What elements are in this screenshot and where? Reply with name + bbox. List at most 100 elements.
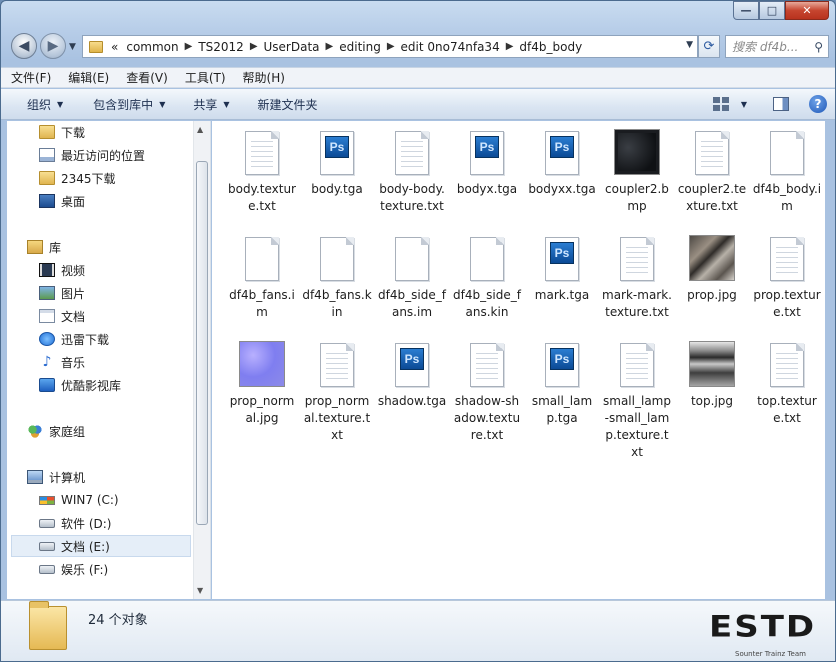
photoshop-file-icon: Ps bbox=[470, 131, 504, 175]
breadcrumb-userdata[interactable]: UserData bbox=[264, 40, 320, 54]
image-thumbnail-icon bbox=[689, 341, 735, 387]
chevron-right-icon[interactable]: ▶ bbox=[387, 41, 395, 52]
nav-item-pictures[interactable]: 图片 bbox=[39, 282, 85, 304]
navigation-scrollbar[interactable]: ▲ ▼ bbox=[193, 121, 210, 599]
close-button[interactable]: ✕ bbox=[785, 1, 829, 20]
breadcrumb-editing[interactable]: editing bbox=[339, 40, 381, 54]
menu-view[interactable]: 查看(V) bbox=[126, 69, 168, 86]
file-item[interactable]: df4b_side_fans.kin bbox=[450, 233, 524, 321]
file-item[interactable]: small_lamp-small_lamp.texture.txt bbox=[600, 339, 674, 461]
folder-icon bbox=[89, 40, 103, 53]
nav-item-recent-places[interactable]: 最近访问的位置 bbox=[39, 144, 145, 166]
breadcrumb-ts2012[interactable]: TS2012 bbox=[198, 40, 244, 54]
nav-item-drive-f[interactable]: 娱乐 (F:) bbox=[39, 558, 108, 580]
file-item[interactable]: Ps small_lamp.tga bbox=[525, 339, 599, 427]
breadcrumb-common[interactable]: common bbox=[126, 40, 178, 54]
file-item[interactable]: Ps shadow.tga bbox=[375, 339, 449, 410]
share-button[interactable]: 共享 ▼ bbox=[193, 96, 229, 113]
file-icon-wrapper bbox=[225, 339, 299, 387]
forward-button[interactable]: ▶ bbox=[40, 33, 66, 59]
refresh-button[interactable]: ⟳ bbox=[698, 35, 720, 58]
file-icon-wrapper bbox=[375, 127, 449, 175]
file-name: mark.tga bbox=[534, 288, 590, 302]
chevron-right-icon[interactable]: ▶ bbox=[506, 41, 514, 52]
search-icon[interactable]: ⚲ bbox=[814, 40, 823, 54]
image-thumbnail-icon bbox=[689, 235, 735, 281]
nav-item-youku[interactable]: 优酷影视库 bbox=[39, 374, 121, 396]
file-item[interactable]: prop.texture.txt bbox=[750, 233, 824, 321]
address-bar[interactable]: « common ▶ TS2012 ▶ UserData ▶ editing ▶… bbox=[82, 35, 698, 58]
file-item[interactable]: prop_normal.jpg bbox=[225, 339, 299, 427]
nav-item-desktop[interactable]: 桌面 bbox=[39, 190, 85, 212]
scrollbar-thumb[interactable] bbox=[196, 161, 208, 525]
nav-item-documents[interactable]: 文档 bbox=[39, 305, 85, 327]
scroll-up-icon[interactable]: ▲ bbox=[197, 125, 203, 134]
help-icon[interactable]: ? bbox=[809, 95, 827, 113]
file-item[interactable]: top.jpg bbox=[675, 339, 749, 410]
nav-item-music[interactable]: ♪ 音乐 bbox=[39, 351, 85, 373]
file-item[interactable]: Ps mark.tga bbox=[525, 233, 599, 304]
file-name: df4b_body.im bbox=[752, 182, 822, 213]
nav-item-label: 下载 bbox=[61, 125, 86, 140]
file-item[interactable]: df4b_side_fans.im bbox=[375, 233, 449, 321]
breadcrumb-overflow[interactable]: « bbox=[111, 40, 118, 54]
address-dropdown-icon[interactable]: ▼ bbox=[686, 40, 693, 50]
menu-help[interactable]: 帮助(H) bbox=[243, 69, 285, 86]
nav-item-2345-downloads[interactable]: 2345下载 bbox=[39, 167, 116, 189]
preview-pane-icon[interactable] bbox=[773, 97, 789, 111]
file-item[interactable]: Ps bodyx.tga bbox=[450, 127, 524, 198]
generic-file-icon bbox=[470, 237, 504, 281]
file-icon-wrapper bbox=[750, 233, 824, 281]
breadcrumb-edit-folder[interactable]: edit 0no74nfa34 bbox=[401, 40, 500, 54]
search-input[interactable]: 搜索 df4b... ⚲ bbox=[725, 35, 829, 58]
nav-item-libraries[interactable]: 库 bbox=[27, 236, 61, 258]
nav-item-downloads[interactable]: 下载 bbox=[39, 121, 85, 143]
file-item[interactable]: shadow-shadow.texture.txt bbox=[450, 339, 524, 444]
file-item[interactable]: body.texture.txt bbox=[225, 127, 299, 215]
file-item[interactable]: coupler2.bmp bbox=[600, 127, 674, 215]
nav-item-drive-d[interactable]: 软件 (D:) bbox=[39, 512, 111, 534]
maximize-button[interactable]: □ bbox=[759, 1, 785, 20]
menu-edit[interactable]: 编辑(E) bbox=[68, 69, 109, 86]
file-item[interactable]: mark-mark.texture.txt bbox=[600, 233, 674, 321]
youku-icon bbox=[39, 378, 55, 392]
file-name: shadow.tga bbox=[377, 394, 447, 408]
organize-button[interactable]: 组织 ▼ bbox=[27, 96, 63, 113]
file-item[interactable]: prop.jpg bbox=[675, 233, 749, 304]
chevron-right-icon[interactable]: ▶ bbox=[250, 41, 258, 52]
file-item[interactable]: df4b_fans.kin bbox=[300, 233, 374, 321]
nav-item-videos[interactable]: 视频 bbox=[39, 259, 85, 281]
nav-item-label: 2345下载 bbox=[61, 171, 116, 186]
nav-item-thunder-downloads[interactable]: 迅雷下载 bbox=[39, 328, 109, 350]
include-in-library-button[interactable]: 包含到库中 ▼ bbox=[93, 96, 165, 113]
file-item[interactable]: df4b_body.im bbox=[750, 127, 824, 215]
nav-item-computer[interactable]: 计算机 bbox=[27, 466, 85, 488]
change-view-icon[interactable] bbox=[712, 97, 729, 111]
menu-tools[interactable]: 工具(T) bbox=[185, 69, 226, 86]
nav-item-homegroup[interactable]: 家庭组 bbox=[27, 420, 85, 442]
nav-item-label: 优酷影视库 bbox=[61, 378, 122, 393]
file-item[interactable]: top.texture.txt bbox=[750, 339, 824, 427]
file-item[interactable]: Ps bodyxx.tga bbox=[525, 127, 599, 198]
nav-item-drive-c[interactable]: WIN7 (C:) bbox=[39, 489, 119, 511]
chevron-right-icon[interactable]: ▶ bbox=[185, 41, 193, 52]
file-name: top.jpg bbox=[690, 394, 734, 408]
file-item[interactable]: coupler2.texture.txt bbox=[675, 127, 749, 215]
scroll-down-icon[interactable]: ▼ bbox=[197, 586, 203, 595]
minimize-button[interactable]: — bbox=[733, 1, 759, 20]
file-item[interactable]: df4b_fans.im bbox=[225, 233, 299, 321]
file-item[interactable]: Ps body.tga bbox=[300, 127, 374, 198]
chevron-down-icon[interactable]: ▼ bbox=[741, 100, 747, 109]
chevron-right-icon[interactable]: ▶ bbox=[326, 41, 334, 52]
back-button[interactable]: ◀ bbox=[11, 33, 37, 59]
recent-places-icon bbox=[39, 148, 55, 162]
file-item[interactable]: body-body.texture.txt bbox=[375, 127, 449, 215]
nav-item-drive-e[interactable]: 文档 (E:) bbox=[11, 535, 191, 557]
file-icon-wrapper bbox=[300, 233, 374, 281]
recent-pages-dropdown[interactable]: ▼ bbox=[69, 42, 76, 52]
file-item[interactable]: prop_normal.texture.txt bbox=[300, 339, 374, 444]
breadcrumb-df4b-body[interactable]: df4b_body bbox=[519, 40, 582, 54]
new-folder-button[interactable]: 新建文件夹 bbox=[258, 96, 318, 113]
share-label: 共享 bbox=[193, 97, 218, 112]
menu-file[interactable]: 文件(F) bbox=[11, 69, 51, 86]
